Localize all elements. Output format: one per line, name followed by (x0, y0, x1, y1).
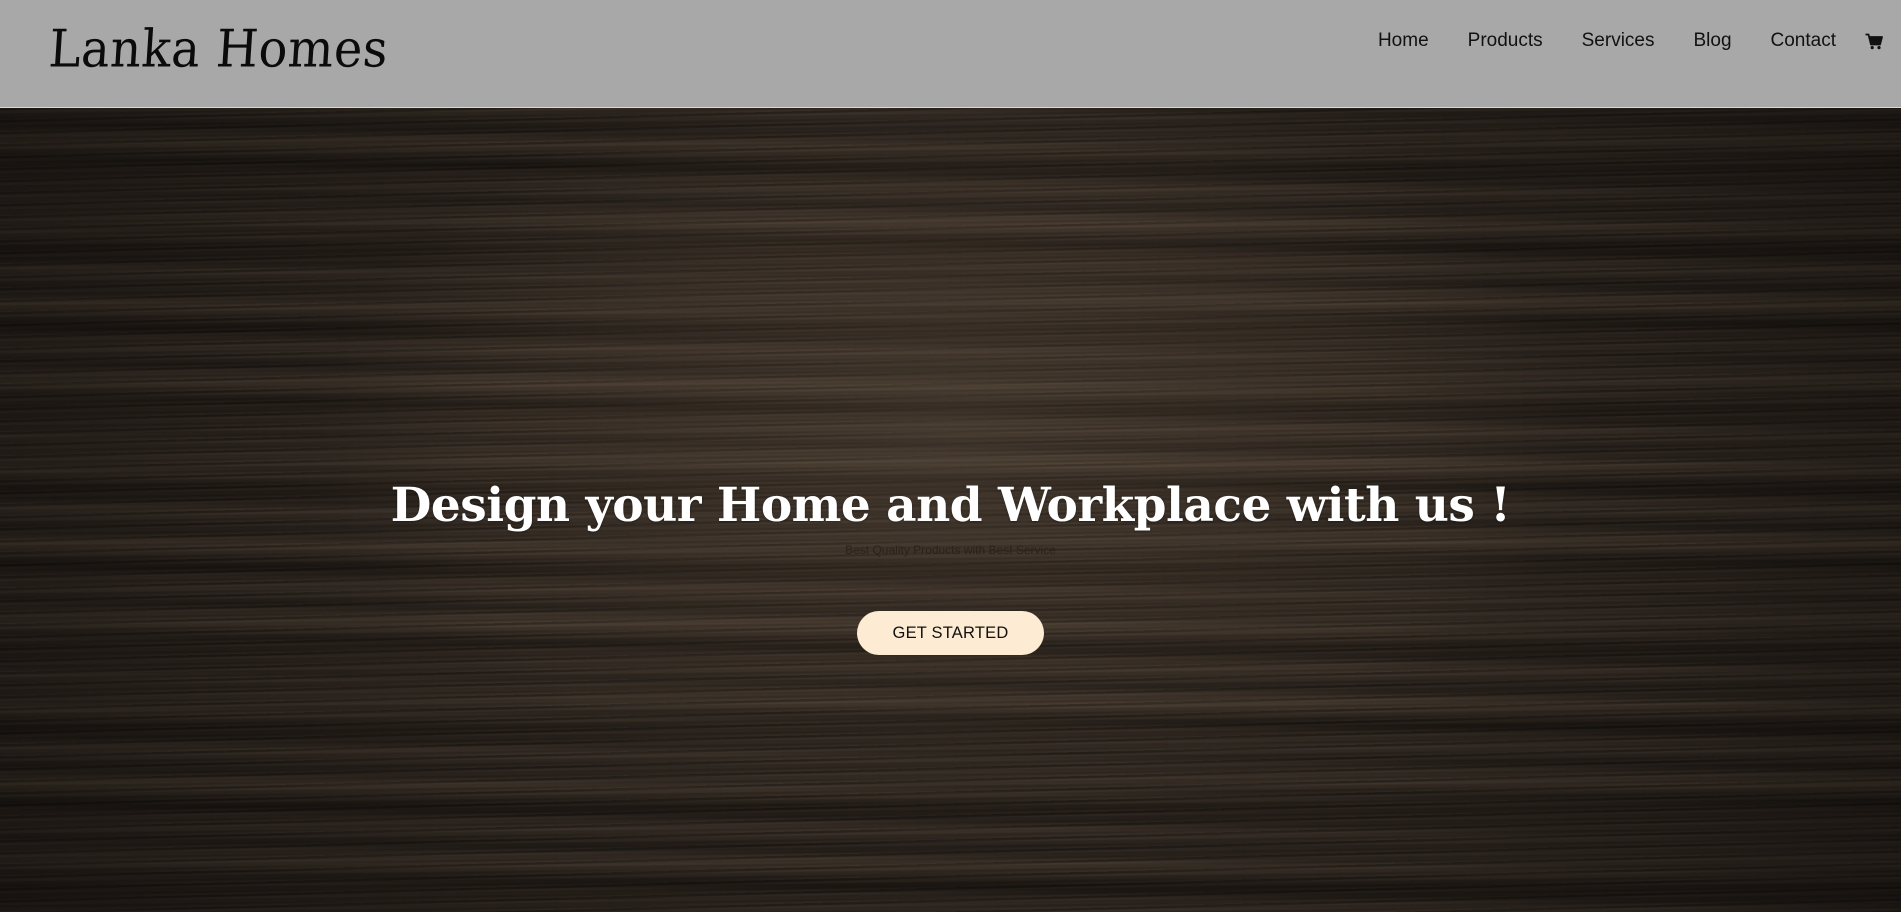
site-header: Lanka Homes Home Products Services Blog … (0, 0, 1901, 108)
hero-title: Design your Home and Workplace with us ! (390, 478, 1511, 533)
nav-item-home[interactable]: Home (1378, 30, 1429, 52)
shopping-cart-icon[interactable] (1865, 33, 1883, 50)
nav-item-blog[interactable]: Blog (1693, 30, 1731, 52)
get-started-button[interactable]: GET STARTED (857, 611, 1044, 655)
nav-item-services[interactable]: Services (1582, 30, 1655, 52)
nav-item-products[interactable]: Products (1468, 30, 1543, 52)
hero-subtitle: Best Quality Products with Best Service (845, 543, 1056, 557)
main-nav: Home Products Services Blog Contact (1378, 0, 1901, 82)
hero-content: Design your Home and Workplace with us !… (0, 108, 1901, 912)
brand-logo[interactable]: Lanka Homes (47, 11, 391, 87)
nav-item-contact[interactable]: Contact (1771, 30, 1836, 52)
hero-section: Design your Home and Workplace with us !… (0, 108, 1901, 912)
